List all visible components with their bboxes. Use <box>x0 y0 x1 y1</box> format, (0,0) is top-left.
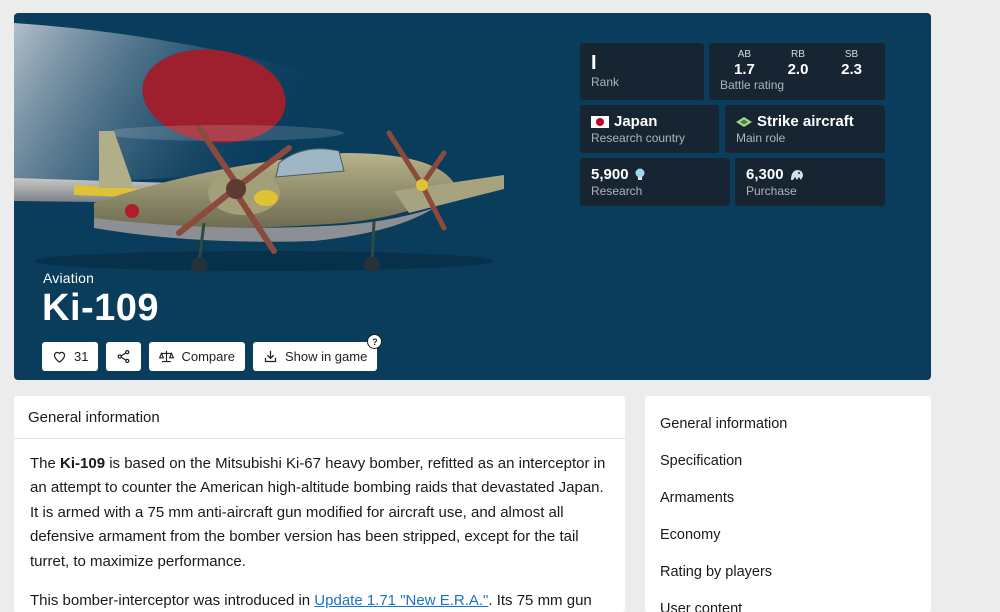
country-card: Japan Research country <box>580 105 719 153</box>
silver-lions-icon <box>790 170 803 180</box>
share-icon <box>118 349 130 364</box>
vehicle-name-bold: Ki-109 <box>60 455 106 472</box>
role-label: Main role <box>736 131 786 145</box>
research-label: Research <box>591 184 643 198</box>
vehicle-title: Ki-109 <box>42 287 160 329</box>
country-value: Japan <box>614 113 658 130</box>
battle-rating-card: AB 1.7 RB 2.0 SB 2.3 Battle rating <box>709 43 885 100</box>
br-mode-label: AB <box>737 49 752 60</box>
description: The Ki-109 is based on the Mitsubishi Ki… <box>14 439 625 612</box>
rank-value: I <box>591 52 597 74</box>
role-value: Strike aircraft <box>757 113 854 130</box>
nav-armaments[interactable]: Armaments <box>645 479 931 516</box>
text-run: The <box>30 455 61 472</box>
strike-aircraft-icon <box>736 117 752 127</box>
nav-rating-by-players[interactable]: Rating by players <box>645 553 931 590</box>
like-count: 31 <box>74 349 89 364</box>
description-paragraph: The Ki-109 is based on the Mitsubishi Ki… <box>30 452 608 574</box>
general-information-card: General information The Ki-109 is based … <box>14 396 625 612</box>
country-label: Research country <box>591 131 686 145</box>
text-run: . Its 75 mm gun <box>488 592 592 610</box>
aircraft-image <box>14 23 504 273</box>
show-in-game-label: Show in game <box>284 349 368 364</box>
br-value: 1.7 <box>734 61 755 78</box>
br-mode-label: RB <box>791 49 805 60</box>
purchase-label: Purchase <box>746 184 797 198</box>
br-rb: RB 2.0 <box>788 49 809 78</box>
nav-general-information[interactable]: General information <box>645 405 931 442</box>
role-card: Strike aircraft Main role <box>725 105 885 153</box>
research-card: 5,900 Research <box>580 158 730 206</box>
text-run: This bomber-interceptor was introduced i… <box>30 592 315 610</box>
research-value: 5,900 <box>591 166 629 183</box>
text-run: is based on the Mitsubishi Ki-67 heavy b… <box>30 455 606 570</box>
nav-specification[interactable]: Specification <box>645 442 931 479</box>
description-paragraph: This bomber-interceptor was introduced i… <box>30 589 608 612</box>
nav-user-content[interactable]: User content <box>645 590 931 612</box>
br-ab: AB 1.7 <box>734 49 755 78</box>
rank-label: Rank <box>591 75 620 89</box>
share-button[interactable] <box>106 342 142 371</box>
show-in-game-button[interactable]: Show in game ? <box>252 334 383 371</box>
br-sb: SB 2.3 <box>841 49 862 78</box>
like-button[interactable]: 31 <box>42 342 99 371</box>
heart-icon <box>53 351 66 363</box>
scale-icon <box>159 350 175 363</box>
section-heading: General information <box>14 396 625 439</box>
br-value: 2.0 <box>787 61 809 78</box>
japan-flag-icon <box>591 116 609 128</box>
compare-button[interactable]: Compare <box>149 342 245 371</box>
vehicle-hero: Aviation Ki-109 31 Compare Show in game … <box>14 13 931 380</box>
download-icon <box>264 350 277 363</box>
purchase-card: 6,300 Purchase <box>735 158 885 206</box>
nav-economy[interactable]: Economy <box>645 516 931 553</box>
br-value: 2.3 <box>841 61 862 78</box>
compare-label: Compare <box>181 349 235 364</box>
vehicle-category: Aviation <box>43 270 95 286</box>
update-link[interactable]: Update 1.71 "New E.R.A." <box>314 592 488 609</box>
action-bar: 31 Compare Show in game ? <box>42 334 383 371</box>
rank-card: I Rank <box>580 43 704 100</box>
br-mode-label: SB <box>844 49 859 60</box>
research-bulb-icon <box>635 168 645 180</box>
battle-rating-label: Battle rating <box>720 78 785 92</box>
purchase-value: 6,300 <box>746 166 784 183</box>
help-badge[interactable]: ? <box>367 334 383 349</box>
page-sections-nav: General information Specification Armame… <box>645 396 931 612</box>
